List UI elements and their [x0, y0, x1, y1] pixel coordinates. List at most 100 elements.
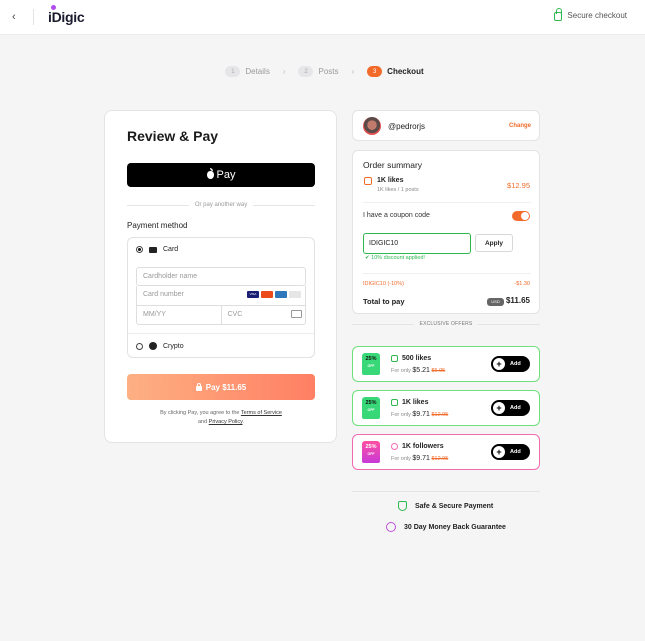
divider: [128, 333, 314, 334]
username: @pedrorjs: [388, 122, 426, 131]
step-label: Details: [245, 67, 270, 76]
lock-icon: [554, 8, 563, 21]
offer-old-price: $12.95: [431, 456, 449, 462]
card-option[interactable]: Card: [136, 246, 178, 253]
heart-icon: [391, 355, 398, 362]
cvc-card-icon: [291, 310, 302, 318]
add-offer-button[interactable]: + Add: [491, 444, 530, 460]
apply-button[interactable]: Apply: [475, 234, 513, 252]
checkout-steps: 1 Details › 2 Posts › 3 Checkout: [0, 66, 645, 77]
badge-percent: 25%: [365, 356, 377, 362]
cardholder-name-input[interactable]: Cardholder name: [136, 267, 306, 286]
payment-method-box: Card Cardholder name Card number VISA MM…: [127, 237, 315, 358]
crypto-option[interactable]: Crypto: [136, 342, 184, 350]
plus-icon: +: [493, 402, 505, 414]
terms-text: By clicking Pay, you agree to the Terms …: [127, 409, 315, 427]
divider-line: [352, 323, 414, 325]
step-number: 2: [298, 66, 314, 77]
currency-badge[interactable]: USD: [487, 298, 504, 306]
top-bar: ‹ iDigic Secure checkout: [0, 0, 645, 35]
visa-icon: VISA: [247, 291, 259, 298]
back-arrow-icon[interactable]: ‹: [12, 11, 16, 23]
card-brands: VISA: [247, 291, 301, 298]
offer-new-price: $9.71: [412, 411, 430, 418]
offer-price: For only $9.71 $12.95: [391, 411, 448, 418]
divider-line: [478, 323, 540, 325]
coupon-toggle[interactable]: [512, 211, 530, 221]
card-number-input[interactable]: Card number VISA: [136, 286, 306, 306]
item-subtitle: 1K likes / 1 posts: [377, 187, 419, 193]
offer-title: 1K followers: [402, 443, 444, 450]
total-label: Total to pay: [363, 297, 405, 306]
cvc-placeholder: CVC: [227, 311, 243, 318]
badge-percent: 25%: [365, 444, 377, 450]
divider: [33, 9, 34, 25]
step-details[interactable]: 1 Details: [225, 66, 270, 77]
total-value: $11.65: [505, 296, 530, 305]
pay-button-label: Pay $11.65: [205, 382, 247, 392]
lock-icon: [195, 382, 202, 391]
pay-button[interactable]: Pay $11.65: [127, 374, 315, 400]
offer-price: For only $5.21 $6.95: [391, 367, 445, 374]
for-only-text: For only: [391, 456, 411, 462]
apple-pay-label: Pay: [216, 169, 236, 181]
crypto-radio[interactable]: [136, 342, 143, 350]
divider: [363, 202, 531, 203]
followers-icon: [391, 443, 398, 450]
offer-title: 1K likes: [402, 399, 429, 406]
apple-icon: [206, 168, 214, 179]
chevron-right-icon: ›: [282, 67, 286, 76]
discount-badge: 25% OFF: [362, 353, 380, 375]
likes-heart-icon: [364, 177, 372, 185]
discount-label: IDIGIC10 (-10%): [363, 281, 404, 287]
offer-new-price: $9.71: [412, 455, 430, 462]
chevron-right-icon: ›: [351, 67, 355, 76]
step-number: 3: [367, 66, 383, 77]
offer-card: 25% OFF 500 likes For only $5.21 $6.95 + A…: [352, 346, 540, 382]
apple-pay-button[interactable]: Pay: [127, 163, 315, 187]
card-radio[interactable]: [136, 246, 143, 253]
logo-dot-icon: [51, 5, 56, 10]
discount-value: -$1.30: [514, 281, 530, 287]
offer-old-price: $12.95: [431, 412, 449, 418]
terms-of-service-link[interactable]: Terms of Service: [241, 410, 282, 416]
step-label: Posts: [318, 67, 339, 76]
safe-payment-label: Safe & Secure Payment: [415, 502, 494, 510]
privacy-policy-link[interactable]: Privacy Policy: [209, 419, 243, 425]
logo-text: iDigic: [48, 9, 85, 25]
divider-line: [127, 204, 189, 206]
change-account-link[interactable]: Change: [509, 123, 531, 129]
badge-percent: 25%: [365, 400, 377, 406]
badge-off: OFF: [367, 452, 375, 456]
plus-icon: +: [493, 446, 505, 458]
cvc-input[interactable]: CVC: [222, 306, 306, 324]
step-posts[interactable]: 2 Posts: [298, 66, 339, 77]
secure-checkout-label: Secure checkout: [567, 11, 627, 20]
review-pay-card: Review & Pay Pay Or pay another way Paym…: [104, 110, 337, 443]
order-summary: Order summary 1K likes 1K likes / 1 post…: [352, 150, 540, 314]
expiry-cvc-row: MM/YY CVC: [136, 306, 306, 325]
expiry-input[interactable]: MM/YY: [137, 306, 222, 324]
credit-card-icon: [149, 246, 157, 253]
for-only-text: For only: [391, 412, 411, 418]
item-price: $12.95: [507, 181, 530, 190]
crypto-coin-icon: [149, 342, 157, 350]
add-offer-button[interactable]: + Add: [491, 356, 530, 372]
offer-title: 500 likes: [402, 355, 432, 362]
discount-applied-text: ✔ 10% discount applied!: [365, 255, 425, 261]
divider: [352, 491, 540, 492]
account-card: @pedrorjs Change: [352, 110, 540, 141]
logo[interactable]: iDigic: [48, 5, 85, 25]
coupon-input[interactable]: IDIGIC10: [363, 233, 471, 254]
mastercard-icon: [261, 291, 273, 298]
money-back-icon: [386, 522, 396, 532]
add-offer-button[interactable]: + Add: [491, 400, 530, 416]
step-checkout[interactable]: 3 Checkout: [367, 66, 424, 77]
divider-line: [253, 204, 316, 206]
add-label: Add: [510, 449, 521, 455]
card-number-placeholder: Card number: [143, 291, 184, 298]
offer-card: 25% OFF 1K likes For only $9.71 $12.95 + A…: [352, 390, 540, 426]
add-label: Add: [510, 361, 521, 367]
terms-end: .: [242, 419, 245, 425]
step-label: Checkout: [387, 67, 424, 76]
